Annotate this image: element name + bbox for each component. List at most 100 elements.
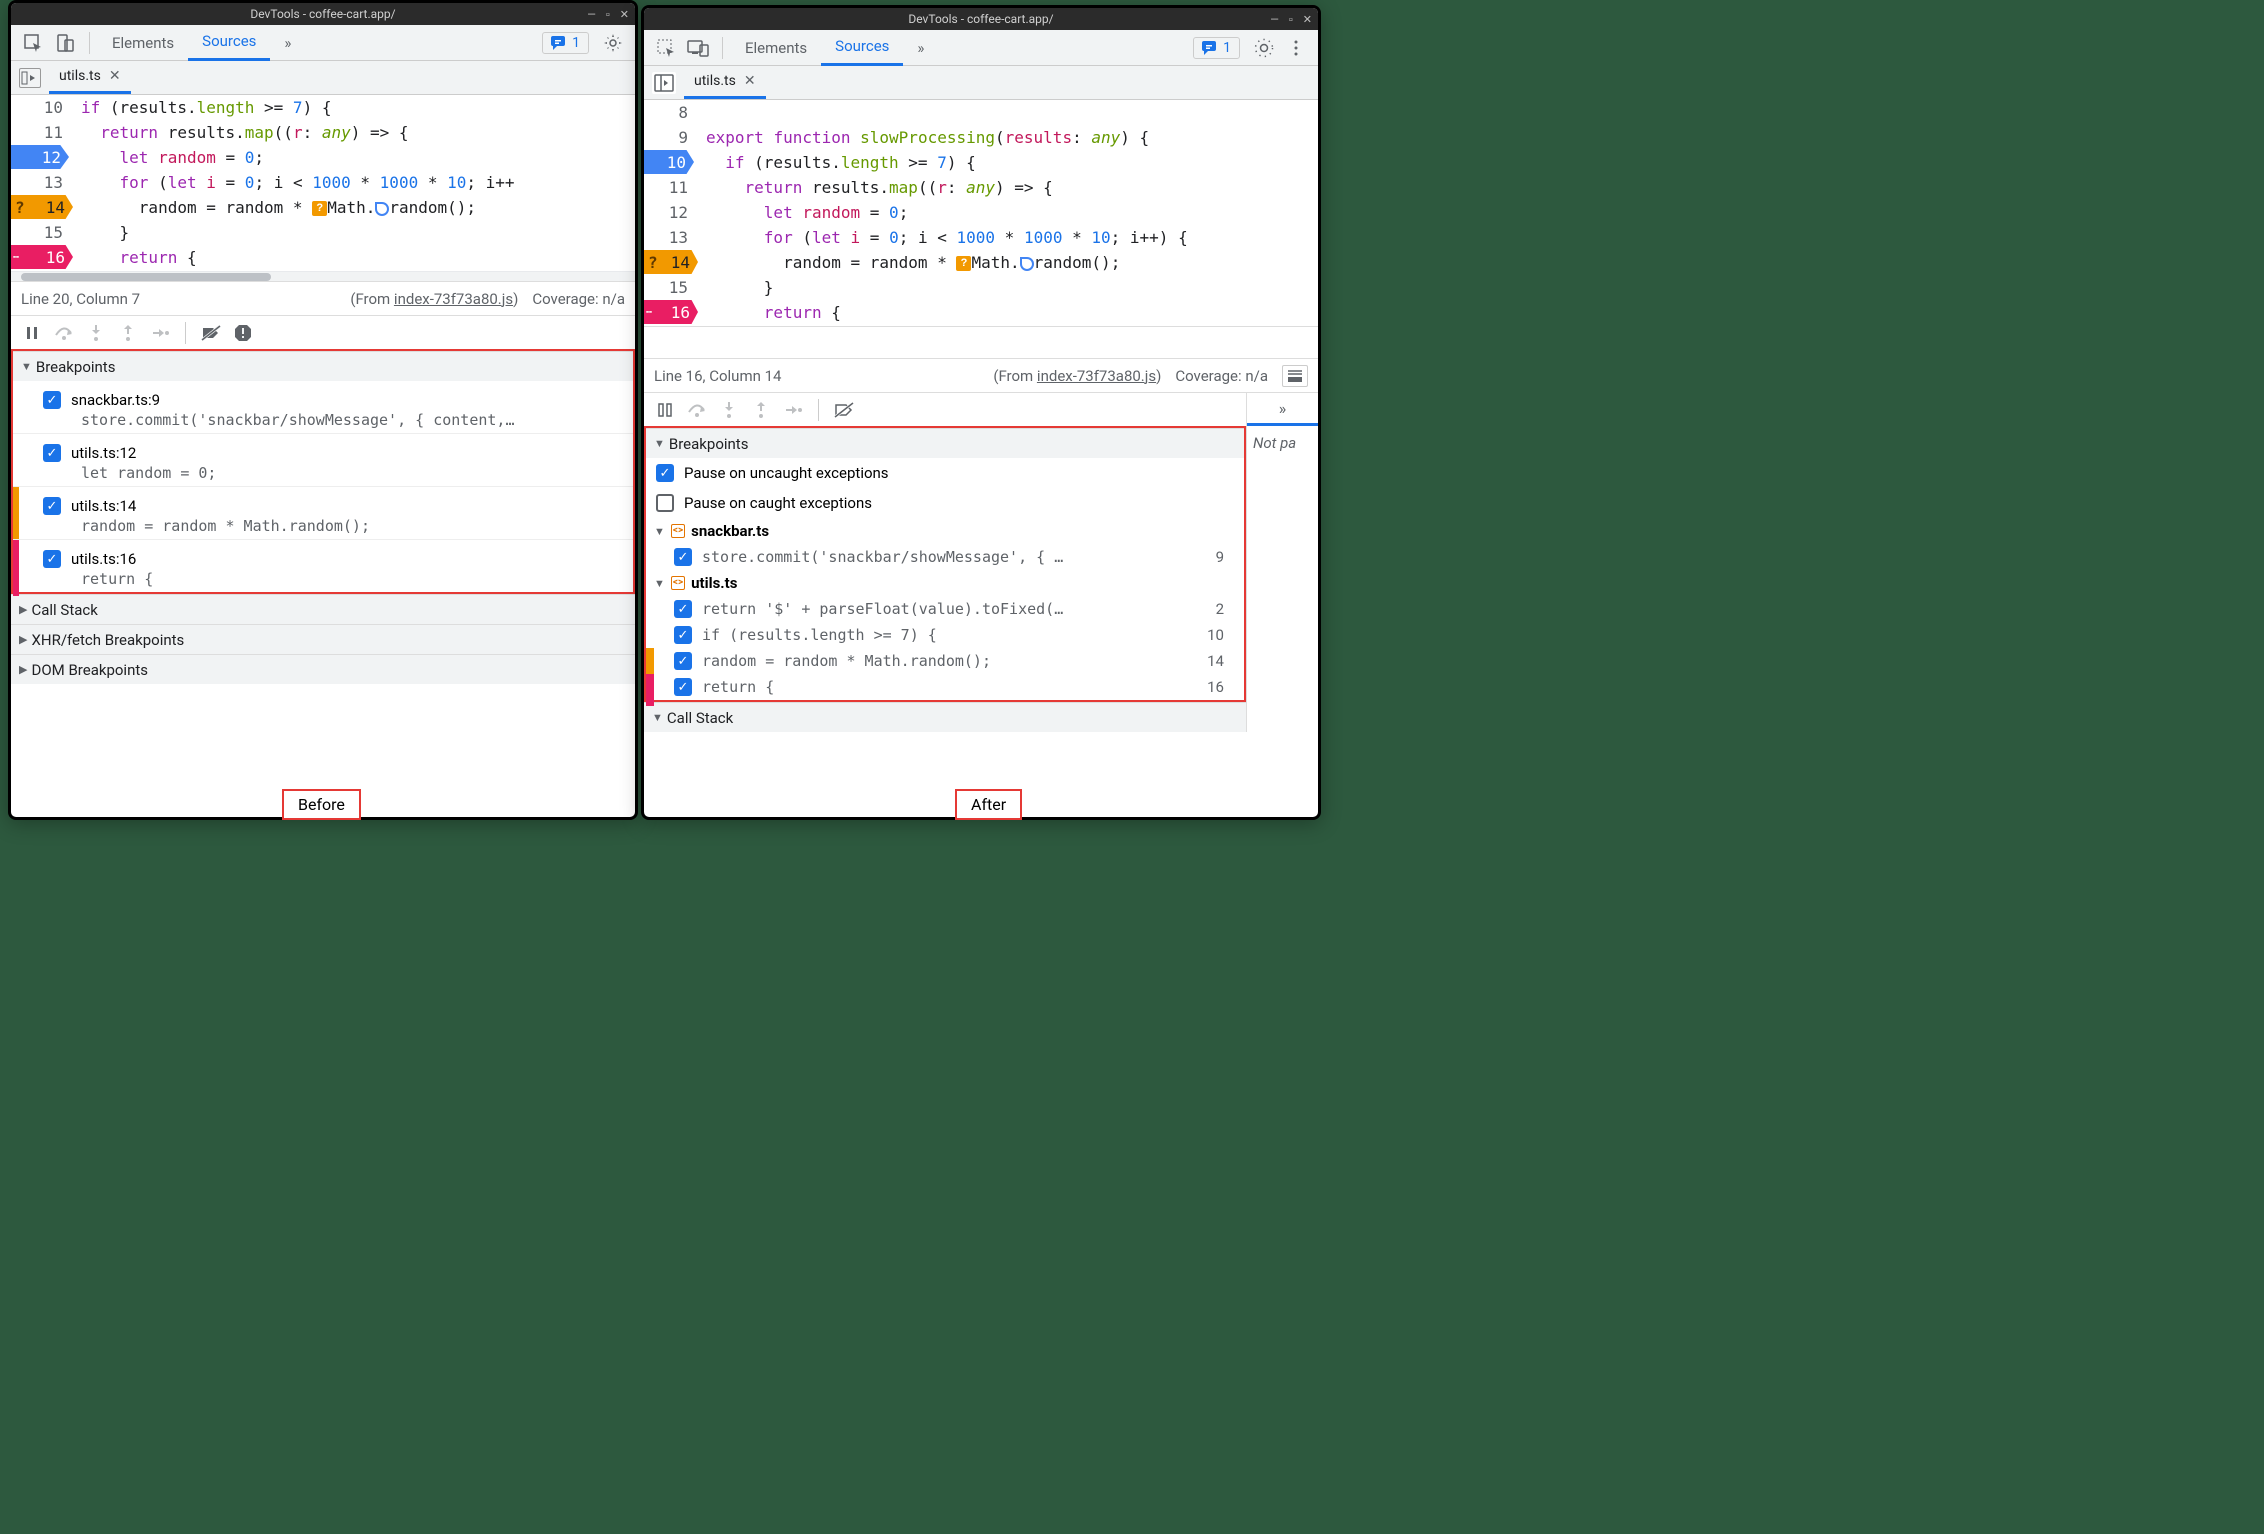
file-tab-utils[interactable]: utils.ts ✕	[49, 61, 131, 94]
horizontal-scrollbar[interactable]	[11, 271, 635, 281]
cursor-position: Line 16, Column 14	[654, 367, 781, 385]
more-panels-icon[interactable]: »	[1247, 392, 1318, 426]
more-menu-icon[interactable]	[1282, 34, 1310, 62]
deactivate-breakpoints-icon[interactable]	[196, 319, 226, 347]
source-map-link[interactable]: index-73f73a80.js	[394, 290, 513, 308]
conditional-breakpoint-marker[interactable]: 14	[644, 250, 698, 274]
breakpoint-item[interactable]: ✓ return { 16	[646, 674, 1244, 700]
before-label: Before	[282, 789, 361, 820]
window-controls[interactable]: —▫✕	[587, 8, 629, 21]
breakpoint-item[interactable]: ✓ snackbar.ts:9 store.commit('snackbar/s…	[13, 381, 633, 433]
step-into-icon[interactable]	[81, 319, 111, 347]
more-tabs[interactable]: »	[270, 25, 305, 61]
code-editor[interactable]: 8 9 10 11 12 13 14 15 16 export function…	[644, 100, 1318, 326]
window-title: DevTools - coffee-cart.app/	[908, 12, 1053, 26]
breakpoint-type-indicator	[13, 487, 19, 543]
deactivate-breakpoints-icon[interactable]	[829, 396, 859, 424]
gutter[interactable]: 10 11 12 13 14 15 16	[11, 95, 73, 271]
breakpoint-checkbox[interactable]: ✓	[674, 626, 692, 644]
breakpoint-checkbox[interactable]: ✓	[674, 678, 692, 696]
code-content[interactable]: if (results.length >= 7) { return result…	[73, 95, 635, 271]
collapse-icon: ▼	[652, 711, 663, 724]
expand-icon: ▶	[19, 603, 27, 616]
device-icon[interactable]	[684, 34, 712, 62]
close-icon[interactable]: ✕	[109, 68, 121, 84]
conditional-breakpoint-marker[interactable]: 14	[11, 195, 73, 219]
breakpoint-checkbox[interactable]: ✓	[43, 391, 61, 409]
navigator-toggle-icon[interactable]	[652, 72, 676, 94]
more-tabs[interactable]: »	[903, 30, 938, 66]
breakpoint-group-header[interactable]: ▼ <> snackbar.ts	[646, 518, 1244, 544]
breakpoint-checkbox[interactable]: ✓	[674, 652, 692, 670]
breakpoint-checkbox[interactable]: ✓	[43, 550, 61, 568]
gutter[interactable]: 8 9 10 11 12 13 14 15 16	[644, 100, 698, 326]
elements-tab[interactable]: Elements	[98, 25, 188, 61]
issues-badge[interactable]: 1	[1193, 37, 1240, 59]
code-content[interactable]: export function slowProcessing(results: …	[698, 100, 1318, 326]
breakpoint-checkbox[interactable]: ✓	[674, 600, 692, 618]
breakpoint-item[interactable]: ✓ random = random * Math.random(); 14	[646, 648, 1244, 674]
pause-icon[interactable]	[17, 319, 47, 347]
step-out-icon[interactable]	[113, 319, 143, 347]
collapse-icon: ▼	[21, 360, 32, 373]
breakpoint-item[interactable]: ✓ utils.ts:16 return {	[13, 539, 633, 592]
pause-caught-row[interactable]: Pause on caught exceptions	[646, 488, 1244, 518]
code-editor[interactable]: 10 11 12 13 14 15 16 if (results.length …	[11, 95, 635, 271]
close-icon[interactable]: ✕	[744, 73, 756, 89]
sources-tab[interactable]: Sources	[821, 30, 903, 66]
file-tab-utils[interactable]: utils.ts ✕	[684, 66, 766, 99]
expand-icon: ▶	[19, 663, 27, 676]
callstack-section-header[interactable]: ▶ Call Stack	[11, 594, 635, 624]
inspect-icon[interactable]	[652, 34, 680, 62]
logpoint-marker[interactable]: 16	[11, 245, 73, 269]
settings-icon[interactable]	[1250, 34, 1278, 62]
breakpoint-item[interactable]: ✓ store.commit('snackbar/showMessage', {…	[646, 544, 1244, 570]
step-icon[interactable]	[145, 319, 175, 347]
function-badge-icon	[1020, 257, 1034, 271]
status-bar: Line 16, Column 14 (From index-73f73a80.…	[644, 358, 1318, 392]
pause-uncaught-checkbox[interactable]: ✓	[656, 464, 674, 482]
elements-tab[interactable]: Elements	[731, 30, 821, 66]
window-title: DevTools - coffee-cart.app/	[250, 7, 395, 21]
pause-uncaught-row[interactable]: ✓ Pause on uncaught exceptions	[646, 458, 1244, 488]
settings-icon[interactable]	[599, 29, 627, 57]
breakpoint-item[interactable]: ✓ return '$' + parseFloat(value).toFixed…	[646, 596, 1244, 622]
debug-toolbar	[644, 392, 1246, 426]
breakpoint-checkbox[interactable]: ✓	[43, 444, 61, 462]
breakpoint-marker[interactable]: 12	[11, 145, 69, 169]
step-out-icon[interactable]	[746, 396, 776, 424]
device-icon[interactable]	[51, 29, 79, 57]
breakpoint-checkbox[interactable]: ✓	[674, 548, 692, 566]
window-controls[interactable]: —▫✕	[1270, 13, 1312, 26]
breakpoint-checkbox[interactable]: ✓	[43, 497, 61, 515]
breakpoint-group-header[interactable]: ▼ <> utils.ts	[646, 570, 1244, 596]
more-status-icon[interactable]	[1282, 365, 1308, 387]
sources-tab[interactable]: Sources	[188, 25, 270, 61]
breakpoints-section-header[interactable]: ▼ Breakpoints	[646, 428, 1244, 458]
pause-exceptions-icon[interactable]	[228, 319, 258, 347]
logpoint-marker[interactable]: 16	[644, 300, 698, 324]
pause-caught-checkbox[interactable]	[656, 494, 674, 512]
step-into-icon[interactable]	[714, 396, 744, 424]
not-paused-text: Not pa	[1247, 426, 1318, 460]
breakpoints-section-header[interactable]: ▼ Breakpoints	[13, 351, 633, 381]
function-badge-icon	[375, 202, 389, 216]
breakpoint-item[interactable]: ✓ utils.ts:12 let random = 0;	[13, 433, 633, 486]
dom-breakpoints-section-header[interactable]: ▶ DOM Breakpoints	[11, 654, 635, 684]
step-icon[interactable]	[778, 396, 808, 424]
breakpoint-marker[interactable]: 10	[644, 150, 694, 174]
debug-toolbar	[11, 315, 635, 349]
step-over-icon[interactable]	[682, 396, 712, 424]
expand-icon: ▶	[19, 633, 27, 646]
inspect-icon[interactable]	[19, 29, 47, 57]
xhr-breakpoints-section-header[interactable]: ▶ XHR/fetch Breakpoints	[11, 624, 635, 654]
callstack-section-header[interactable]: ▼ Call Stack	[644, 702, 1246, 732]
source-map-link[interactable]: index-73f73a80.js	[1037, 367, 1156, 385]
breakpoint-item[interactable]: ✓ utils.ts:14 random = random * Math.ran…	[13, 486, 633, 539]
navigator-toggle-icon[interactable]	[19, 68, 41, 88]
issues-badge[interactable]: 1	[542, 32, 589, 54]
step-over-icon[interactable]	[49, 319, 79, 347]
pause-icon[interactable]	[650, 396, 680, 424]
breakpoint-item[interactable]: ✓ if (results.length >= 7) { 10	[646, 622, 1244, 648]
object-badge-icon: ?	[956, 256, 971, 271]
